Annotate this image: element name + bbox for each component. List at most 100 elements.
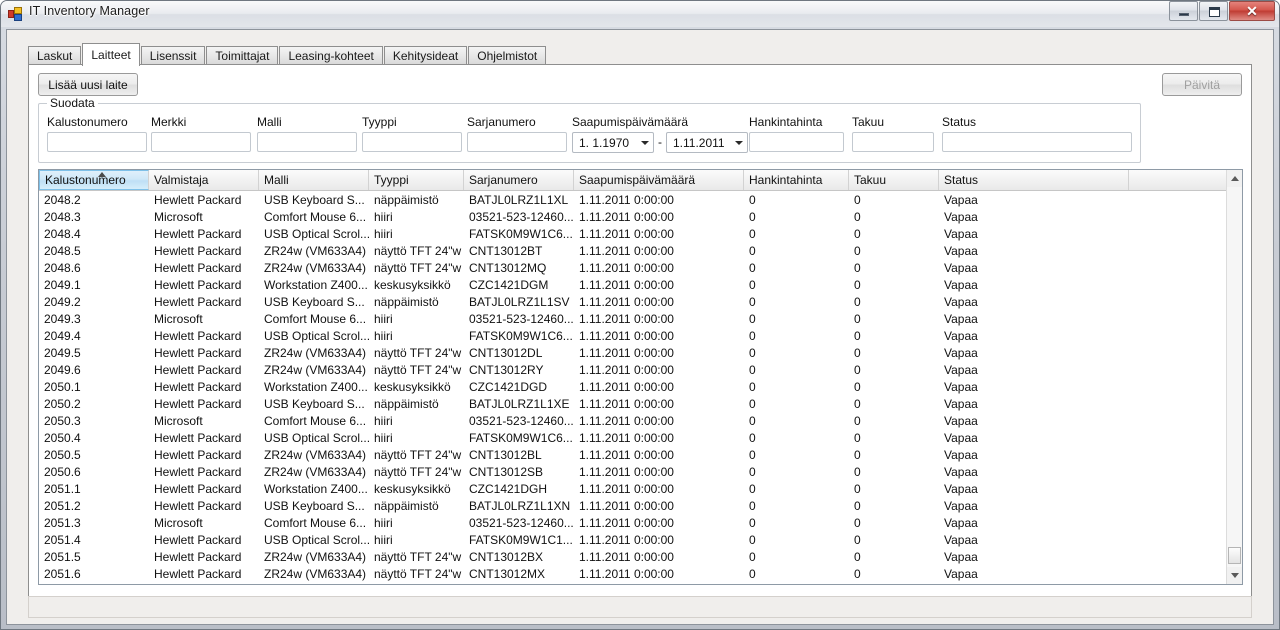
table-row[interactable]: 2051.5 Hewlett Packard ZR24w (VM633A4) näyt… — [39, 548, 1228, 565]
table-cell[interactable]: hiiri — [369, 208, 464, 225]
table-row[interactable]: 2050.4 Hewlett Packard USB Optical Scrol..… — [39, 429, 1228, 446]
table-cell[interactable]: Comfort Mouse 6... — [259, 412, 369, 429]
table-cell[interactable]: 2048.4 — [39, 225, 149, 242]
table-cell[interactable]: CNT13012BL — [464, 446, 574, 463]
tab-leasing-kohteet[interactable]: Leasing-kohteet — [279, 46, 383, 65]
chevron-down-icon[interactable] — [731, 133, 747, 152]
table-cell[interactable]: 1.11.2011 0:00:00 — [574, 344, 744, 361]
table-cell[interactable]: 0 — [744, 327, 849, 344]
table-cell[interactable]: 0 — [849, 344, 939, 361]
table-cell[interactable]: USB Optical Scrol... — [259, 327, 369, 344]
table-cell[interactable]: Hewlett Packard — [149, 446, 259, 463]
table-cell[interactable]: CZC1421DGD — [464, 378, 574, 395]
table-cell[interactable]: 0 — [849, 276, 939, 293]
table-cell[interactable]: 0 — [744, 497, 849, 514]
table-cell[interactable]: näppäimistö — [369, 497, 464, 514]
table-cell[interactable]: 2050.1 — [39, 378, 149, 395]
table-cell[interactable]: Vapaa — [939, 429, 1129, 446]
table-cell[interactable]: 2048.2 — [39, 191, 149, 208]
table-cell[interactable]: 1.11.2011 0:00:00 — [574, 463, 744, 480]
table-cell[interactable]: hiiri — [369, 429, 464, 446]
table-cell[interactable]: 0 — [849, 310, 939, 327]
table-cell[interactable]: Vapaa — [939, 259, 1129, 276]
table-cell[interactable]: 1.11.2011 0:00:00 — [574, 276, 744, 293]
table-cell[interactable]: Vapaa — [939, 497, 1129, 514]
filter-date-from[interactable]: 1. 1.1970 — [572, 132, 654, 153]
grid-header-hankintahinta[interactable]: Hankintahinta — [744, 170, 849, 190]
close-button[interactable]: ✕ — [1229, 1, 1275, 21]
table-row[interactable]: 2050.1 Hewlett Packard Workstation Z400...… — [39, 378, 1228, 395]
table-cell[interactable]: Vapaa — [939, 412, 1129, 429]
table-cell[interactable]: keskusyksikkö — [369, 480, 464, 497]
table-cell[interactable]: Vapaa — [939, 276, 1129, 293]
table-cell[interactable]: 0 — [744, 480, 849, 497]
table-cell[interactable]: CZC1421DGM — [464, 276, 574, 293]
table-cell[interactable]: 2051.6 — [39, 565, 149, 582]
table-cell[interactable]: Hewlett Packard — [149, 259, 259, 276]
table-cell[interactable]: Vapaa — [939, 548, 1129, 565]
table-cell[interactable]: Vapaa — [939, 531, 1129, 548]
table-cell[interactable]: 0 — [849, 412, 939, 429]
table-cell[interactable]: hiiri — [369, 412, 464, 429]
filter-input-takuu[interactable] — [852, 132, 934, 152]
table-cell[interactable]: Vapaa — [939, 327, 1129, 344]
table-cell[interactable]: Hewlett Packard — [149, 395, 259, 412]
table-cell[interactable]: CZC1421DGH — [464, 480, 574, 497]
table-row[interactable]: 2049.5 Hewlett Packard ZR24w (VM633A4) näyt… — [39, 344, 1228, 361]
table-cell[interactable]: näyttö TFT 24"w — [369, 565, 464, 582]
table-cell[interactable]: USB Keyboard S... — [259, 293, 369, 310]
table-cell[interactable]: 0 — [744, 259, 849, 276]
table-row[interactable]: 2051.2 Hewlett Packard USB Keyboard S... nä… — [39, 497, 1228, 514]
table-cell[interactable]: 0 — [744, 242, 849, 259]
table-cell[interactable]: Comfort Mouse 6... — [259, 208, 369, 225]
table-cell[interactable]: 1.11.2011 0:00:00 — [574, 412, 744, 429]
table-cell[interactable]: 2049.1 — [39, 276, 149, 293]
table-cell[interactable]: CNT13012MX — [464, 565, 574, 582]
grid-header-sarjanumero[interactable]: Sarjanumero — [464, 170, 574, 190]
table-cell[interactable]: BATJL0LRZ1L1SV — [464, 293, 574, 310]
grid-header-tyyppi[interactable]: Tyyppi — [369, 170, 464, 190]
table-cell[interactable] — [1129, 565, 1228, 582]
maximize-button[interactable] — [1199, 1, 1228, 21]
grid-header-saapumisp-iv-m-r-[interactable]: Saapumispäivämäärä — [574, 170, 744, 190]
table-cell[interactable]: Microsoft — [149, 310, 259, 327]
table-cell[interactable]: 1.11.2011 0:00:00 — [574, 259, 744, 276]
table-row[interactable]: 2049.6 Hewlett Packard ZR24w (VM633A4) näyt… — [39, 361, 1228, 378]
table-cell[interactable]: Hewlett Packard — [149, 293, 259, 310]
table-cell[interactable]: 03521-523-12460... — [464, 514, 574, 531]
table-cell[interactable]: Vapaa — [939, 225, 1129, 242]
table-cell[interactable]: 2049.2 — [39, 293, 149, 310]
table-cell[interactable]: 0 — [744, 429, 849, 446]
filter-input-tyyppi[interactable] — [362, 132, 462, 152]
table-cell[interactable]: USB Keyboard S... — [259, 395, 369, 412]
table-cell[interactable]: 1.11.2011 0:00:00 — [574, 497, 744, 514]
table-cell[interactable]: Vapaa — [939, 208, 1129, 225]
table-cell[interactable]: FATSK0M9W1C6... — [464, 327, 574, 344]
table-cell[interactable]: USB Keyboard S... — [259, 191, 369, 208]
table-cell[interactable]: 2051.4 — [39, 531, 149, 548]
table-cell[interactable]: Hewlett Packard — [149, 531, 259, 548]
table-cell[interactable]: 0 — [744, 361, 849, 378]
table-cell[interactable]: 1.11.2011 0:00:00 — [574, 208, 744, 225]
table-cell[interactable] — [1129, 395, 1228, 412]
table-cell[interactable]: 0 — [744, 463, 849, 480]
table-cell[interactable]: 0 — [849, 565, 939, 582]
table-cell[interactable]: 0 — [849, 429, 939, 446]
table-cell[interactable]: Vapaa — [939, 565, 1129, 582]
table-cell[interactable]: CNT13012RY — [464, 361, 574, 378]
table-cell[interactable]: Hewlett Packard — [149, 463, 259, 480]
table-cell[interactable]: 0 — [849, 531, 939, 548]
table-cell[interactable]: 03521-523-12460... — [464, 208, 574, 225]
table-row[interactable]: 2051.1 Hewlett Packard Workstation Z400...… — [39, 480, 1228, 497]
table-cell[interactable]: CNT13012BT — [464, 242, 574, 259]
table-cell[interactable]: USB Optical Scrol... — [259, 531, 369, 548]
table-row[interactable]: 2049.4 Hewlett Packard USB Optical Scrol..… — [39, 327, 1228, 344]
table-cell[interactable]: Hewlett Packard — [149, 276, 259, 293]
table-cell[interactable]: hiiri — [369, 514, 464, 531]
table-cell[interactable]: Workstation Z400... — [259, 276, 369, 293]
table-row[interactable]: 2050.2 Hewlett Packard USB Keyboard S... nä… — [39, 395, 1228, 412]
table-cell[interactable]: hiiri — [369, 531, 464, 548]
table-cell[interactable]: 2048.5 — [39, 242, 149, 259]
filter-input-merkki[interactable] — [151, 132, 251, 152]
table-cell[interactable]: 0 — [744, 531, 849, 548]
